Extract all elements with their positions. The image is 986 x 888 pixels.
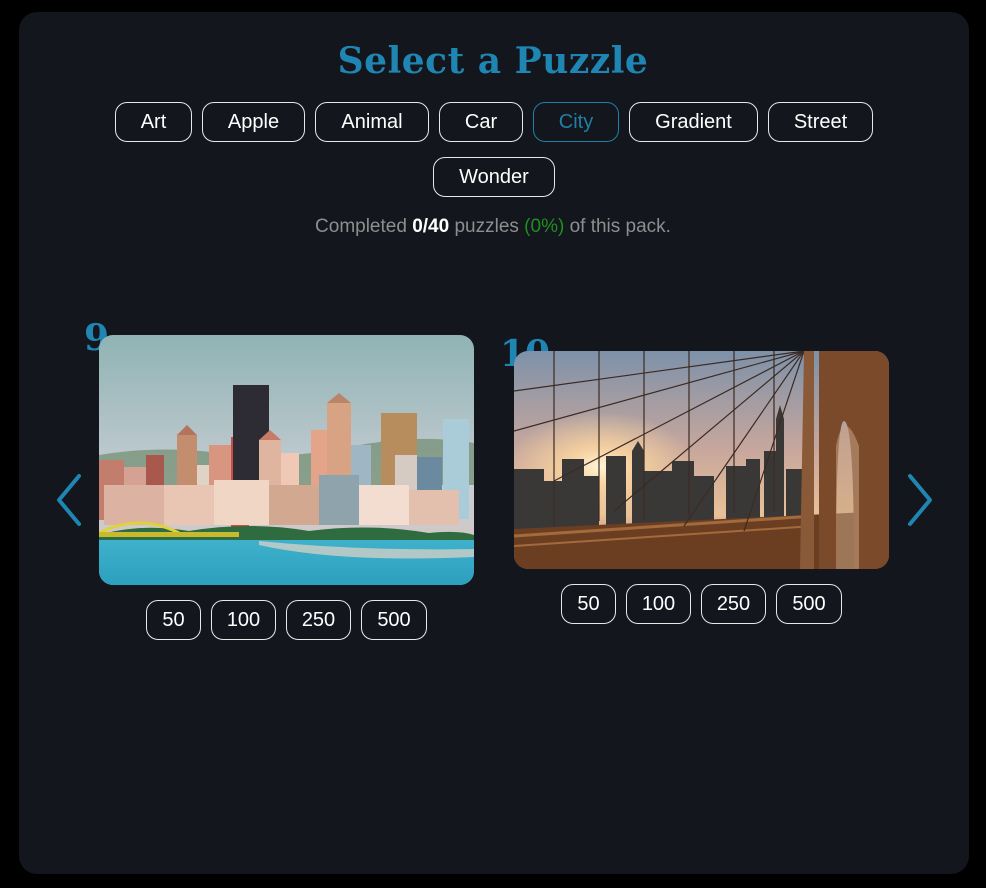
category-city-button[interactable]: City xyxy=(533,102,619,142)
puzzle-10-size-250-button[interactable]: 250 xyxy=(701,584,766,624)
category-car-button[interactable]: Car xyxy=(439,102,523,142)
progress-count: 0/40 xyxy=(412,216,450,237)
brooklyn-bridge-image xyxy=(514,351,889,569)
puzzle-10-size-100-button[interactable]: 100 xyxy=(626,584,691,624)
progress-percent: (0%) xyxy=(524,216,565,237)
pittsburgh-skyline-image xyxy=(99,335,474,585)
category-art-button[interactable]: Art xyxy=(115,102,192,142)
category-street-button[interactable]: Street xyxy=(768,102,873,142)
category-wonder-button[interactable]: Wonder xyxy=(433,157,555,197)
progress-prefix: Completed xyxy=(315,216,407,237)
puzzle-thumbnail-bridge[interactable] xyxy=(514,351,889,569)
category-animal-button[interactable]: Animal xyxy=(315,102,429,142)
puzzle-9-size-500-button[interactable]: 500 xyxy=(361,600,427,640)
page-title: Select a Puzzle xyxy=(337,40,649,82)
progress-suffix: of this pack. xyxy=(569,216,671,237)
puzzle-9-size-100-button[interactable]: 100 xyxy=(211,600,276,640)
progress-middle: puzzles xyxy=(454,216,519,237)
puzzle-9-size-50-button[interactable]: 50 xyxy=(146,600,201,640)
chevron-right-icon xyxy=(908,474,932,526)
previous-arrow[interactable] xyxy=(55,472,85,528)
category-apple-button[interactable]: Apple xyxy=(202,102,305,142)
category-gradient-button[interactable]: Gradient xyxy=(629,102,758,142)
puzzle-10-size-50-button[interactable]: 50 xyxy=(561,584,616,624)
chevron-left-icon xyxy=(57,474,81,526)
puzzle-10-size-500-button[interactable]: 500 xyxy=(776,584,842,624)
next-arrow[interactable] xyxy=(904,472,934,528)
progress-text: Completed 0/40 puzzles (0%) of this pack… xyxy=(0,216,986,238)
puzzle-9-size-250-button[interactable]: 250 xyxy=(286,600,351,640)
puzzle-thumbnail-city-skyline[interactable] xyxy=(99,335,474,585)
